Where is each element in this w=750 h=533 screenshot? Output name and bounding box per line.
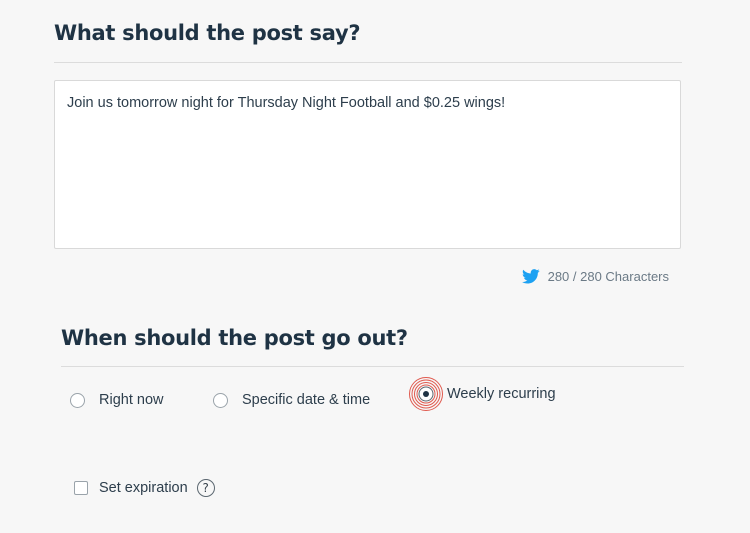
schedule-heading: When should the post go out? [61, 326, 408, 350]
expiration-label: Set expiration [99, 480, 188, 496]
twitter-bird-icon [521, 269, 540, 284]
radio-label: Specific date & time [242, 392, 371, 408]
post-composer-page: What should the post say? 280 / 280 Char… [0, 0, 750, 533]
expiration-checkbox[interactable] [74, 481, 88, 495]
post-message-input[interactable] [54, 80, 681, 249]
radio-circle[interactable] [213, 392, 228, 408]
radio-selected-indicator[interactable] [408, 376, 444, 412]
radio-specific-date-time[interactable]: Specific date & time [213, 388, 370, 412]
selected-ring-icon [409, 377, 443, 411]
radio-circle[interactable] [70, 392, 85, 408]
section-divider [54, 62, 682, 63]
set-expiration-row[interactable]: Set expiration ? [74, 479, 215, 497]
radio-label: Weekly recurring [447, 386, 556, 402]
character-count-text: 280 / 280 Characters [547, 269, 669, 284]
section-divider [61, 366, 684, 367]
radio-label: Right now [99, 392, 164, 408]
help-icon[interactable]: ? [196, 479, 215, 497]
character-counter: 280 / 280 Characters [521, 269, 669, 284]
post-content-heading: What should the post say? [54, 21, 361, 45]
radio-weekly-recurring[interactable]: Weekly recurring [409, 377, 556, 411]
radio-right-now[interactable]: Right now [70, 388, 163, 412]
